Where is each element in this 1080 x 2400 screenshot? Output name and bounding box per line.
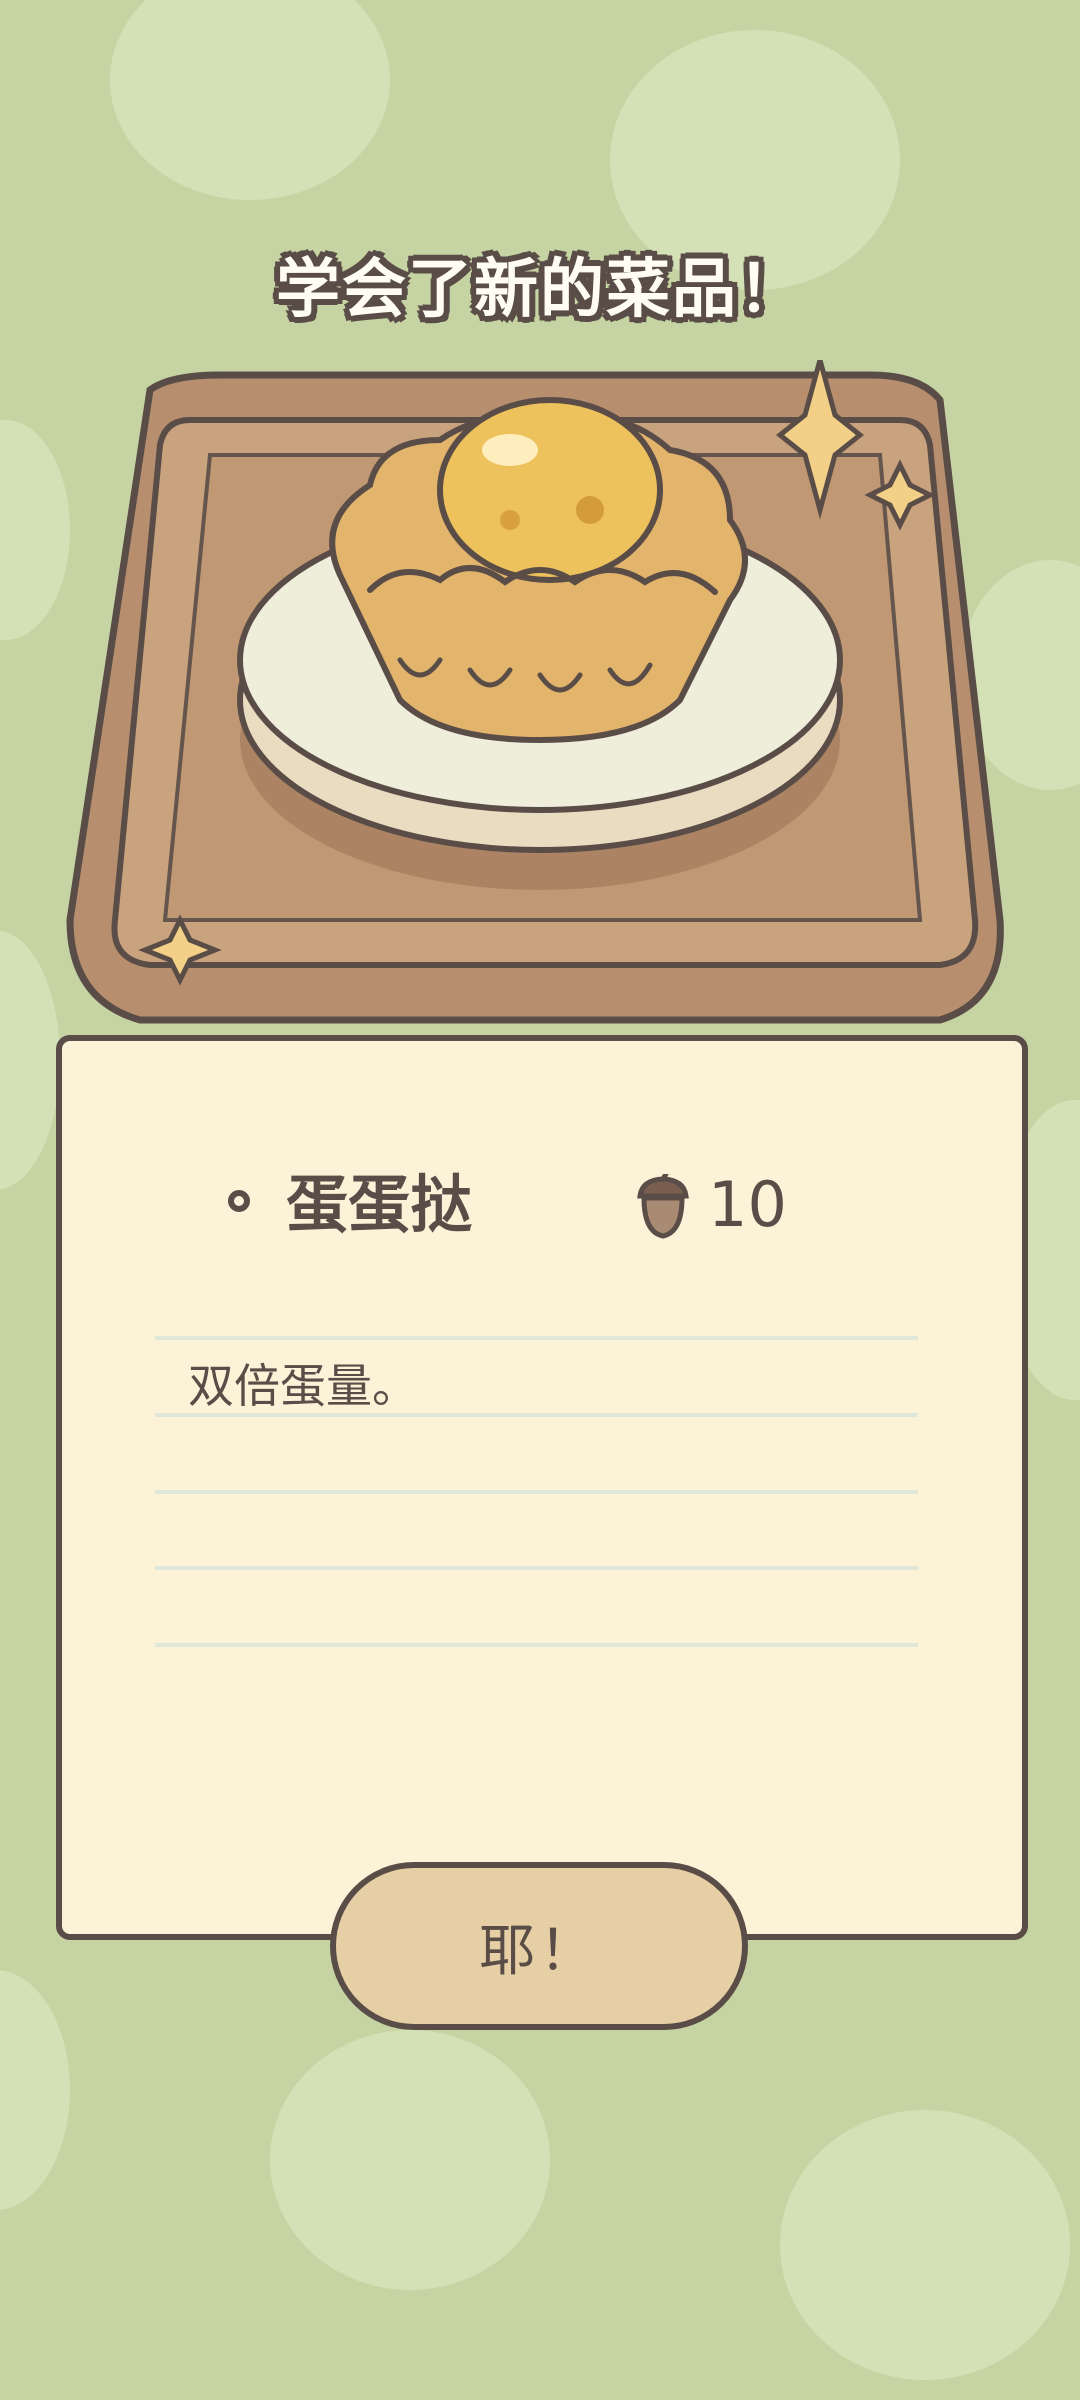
note-line xyxy=(155,1490,918,1494)
note-line xyxy=(155,1566,918,1570)
acorn-icon xyxy=(637,1174,689,1239)
page-title: 学会了新的菜品！ xyxy=(276,253,804,327)
background-blob xyxy=(0,1970,70,2210)
note-line xyxy=(155,1336,918,1340)
background-blob xyxy=(270,2030,550,2290)
dish-description: 双倍蛋量。 xyxy=(188,1359,418,1413)
bullet-icon xyxy=(228,1190,250,1212)
background-blob xyxy=(780,2110,1070,2380)
dish-price: 10 xyxy=(708,1168,787,1241)
note-line xyxy=(155,1643,918,1647)
dish-info-row: 蛋蛋挞 10 xyxy=(170,1160,930,1250)
screen: 学会了新的菜品！ 蛋蛋挞 10 双倍蛋量。 耶！ xyxy=(0,0,1080,2400)
egg-tart-icon xyxy=(66,360,1004,1024)
confirm-button[interactable]: 耶！ xyxy=(330,1862,748,2030)
background-blob xyxy=(110,0,390,200)
dish-name: 蛋蛋挞 xyxy=(286,1168,473,1241)
